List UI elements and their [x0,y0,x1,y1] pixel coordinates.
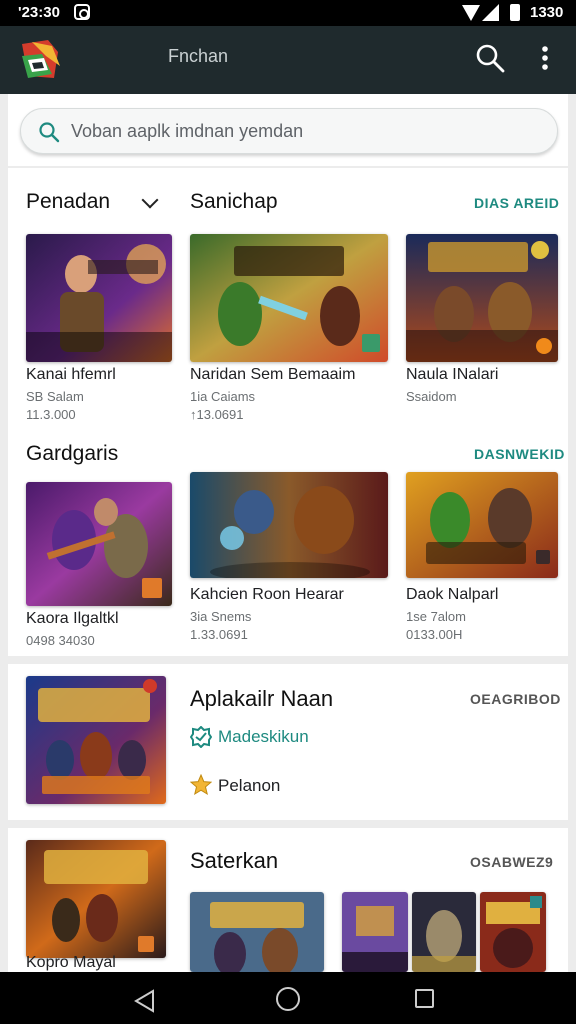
app-thumbnail [190,472,388,578]
see-more-link[interactable]: OEAGRIBOD [470,691,561,707]
app-tile[interactable]: Kaora Ilgaltkl 0498 34030 [26,482,172,654]
see-more-link[interactable]: DASNWEKID [474,446,565,462]
app-developer: SB Salam [26,389,84,404]
app-thumbnail [406,472,558,578]
search-placeholder: Voban aaplk imdnan yemdan [71,121,304,141]
app-thumbnail [26,234,172,362]
app-thumbnail [26,840,166,958]
app-thumbnail [190,234,388,362]
app-tile[interactable]: Daok Nalparl 1se 7alom 0133.00H [406,472,558,652]
rating-label: Pelanon [218,776,281,795]
collection-thumbnail[interactable] [412,892,476,972]
collection-thumbnail[interactable] [190,892,324,972]
app-meta: 0133.00H [406,627,463,642]
app-developer: Ssaidom [406,389,457,404]
status-clock: 1330 [530,4,564,21]
search-field-icon [37,120,61,144]
verified-icon [189,725,213,753]
see-more-link[interactable]: DIAS AREID [474,195,559,211]
search-icon[interactable] [474,42,506,74]
notification-icon [74,4,90,20]
system-nav-bar [0,972,576,1024]
search-card: Voban aaplk imdnan yemdan [8,94,568,166]
app-developer: 1ia Caiams [190,389,256,404]
app-bar: Fnchan [0,26,576,94]
app-name: Kaora Ilgaltkl [26,610,119,627]
app-name: Kopro Mayal [26,954,116,971]
app-thumbnail [26,482,172,606]
collection-thumbnail[interactable] [342,892,408,972]
app-name: Kanai hfemrl [26,366,116,383]
chevron-down-icon[interactable] [141,191,159,209]
status-bar: '23:30 1330 [0,0,576,26]
app-tile[interactable]: Kahcien Roon Hearar 3ia Snems 1.33.0691 [190,472,388,652]
featured-card: Penadan Sanichap DIAS AREID Kanai hfemrl… [8,168,568,656]
app-tile[interactable]: Kanai hfemrl SB Salam 11.3.000 [26,234,172,424]
search-input[interactable]: Voban aaplk imdnan yemdan [20,108,558,154]
recents-icon[interactable] [415,989,434,1008]
app-name: Naula INalari [406,366,499,383]
app-tile[interactable]: Naula INalari Ssaidom [406,234,558,424]
see-more-link[interactable]: OSABWEZ9 [470,854,553,870]
section-title: Sanichap [190,190,278,213]
collection-card[interactable]: Kopro Mayal Saterkan OSABWEZ9 [8,828,568,972]
app-thumbnail [406,234,558,362]
collection-thumbnail[interactable] [480,892,546,972]
app-meta: 11.3.000 [26,407,76,422]
signal-icon [482,4,499,21]
app-tile[interactable]: Naridan Sem Bemaaim 1ia Caiams ↑13.0691 [190,234,388,424]
more-vert-icon[interactable] [534,42,556,74]
home-icon[interactable] [276,987,300,1011]
back-icon[interactable] [134,989,156,1018]
app-logo-icon[interactable] [18,36,64,82]
app-name: Daok Nalparl [406,586,499,603]
app-developer: 1se 7alom [406,609,466,624]
app-developer: 3ia Snems [190,609,252,624]
app-meta: 0498 34030 [26,633,95,648]
app-name: Naridan Sem Bemaaim [190,366,356,383]
wifi-icon [462,5,480,21]
battery-icon [510,4,520,21]
app-title: Aplakailr Naan [190,686,334,711]
section-title: Gardgaris [26,442,119,465]
app-meta: 1.33.0691 [190,627,248,642]
status-time: '23:30 [18,4,60,21]
section-title: Saterkan [190,848,279,873]
app-title: Fnchan [168,46,229,66]
featured-app-card[interactable]: Aplakailr Naan OEAGRIBOD Madeskikun Pela… [8,664,568,820]
filter-title[interactable]: Penadan [26,190,110,214]
content-scroll[interactable]: Voban aaplk imdnan yemdan Penadan Sanich… [0,94,576,972]
star-icon [189,773,213,801]
category-label[interactable]: Madeskikun [218,727,309,747]
app-meta: ↑13.0691 [190,407,244,422]
app-name: Kahcien Roon Hearar [190,586,344,603]
app-thumbnail [26,676,166,804]
